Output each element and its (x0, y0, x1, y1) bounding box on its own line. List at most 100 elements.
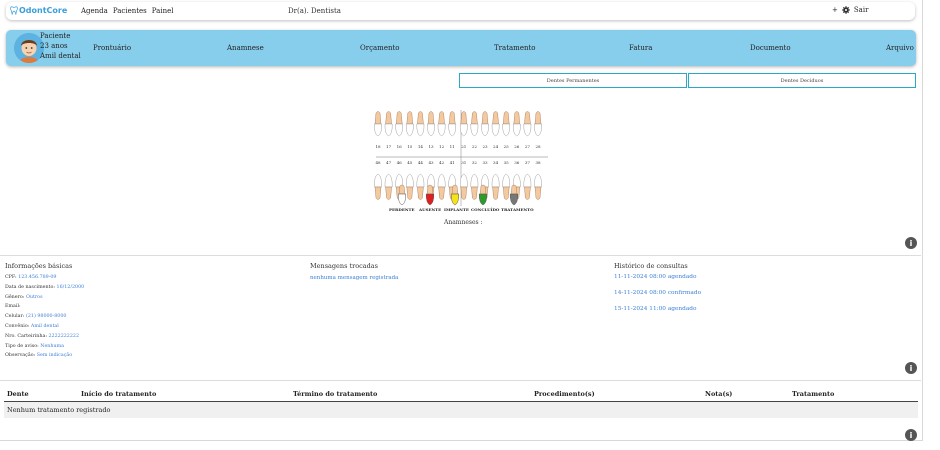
legend-tooth (425, 184, 435, 206)
field-observacao: Observação: Sem indicação (5, 353, 73, 359)
upper-tooth-22[interactable] (470, 111, 479, 137)
upper-tooth-number: 28 (535, 144, 541, 149)
upper-tooth-number: 13 (428, 144, 434, 149)
info-basica-list: CPF: 123.456.789-09 Data de nascimento: … (5, 273, 84, 361)
tab-orcamento[interactable]: Orçamento (360, 44, 400, 52)
legend-label-ausente: AUSENTE (419, 207, 442, 212)
lower-tooth-number: 37 (525, 160, 531, 165)
historico-item[interactable]: 11-11-2024 08:00 agendado (614, 274, 697, 280)
table-empty-row: Nenhum tratamento registrado (4, 402, 918, 418)
field-aviso: Tipo de aviso: Nenhuma (5, 343, 64, 349)
lower-tooth-number: 36 (514, 160, 520, 165)
upper-tooth-26[interactable] (512, 111, 521, 137)
col-header-termino: Término do tratamento (293, 390, 378, 398)
upper-tooth-12[interactable] (437, 111, 446, 137)
top-navbar: OdontCore Agenda Pacientes Painel Dr(a).… (6, 2, 915, 20)
lower-tooth-number: 46 (397, 160, 403, 165)
col-header-dente: Dente (7, 390, 29, 398)
nav-right: + Sair (832, 6, 868, 14)
upper-tooth-27[interactable] (523, 111, 532, 137)
upper-tooth-17[interactable] (384, 111, 393, 137)
tooth-icon (10, 6, 18, 15)
lower-tooth-number: 48 (375, 160, 381, 165)
patient-tabs: Prontuário Anamnese Orçamento Tratamento… (6, 30, 916, 66)
col-header-tratamento: Tratamento (792, 390, 835, 398)
legend-tooth (478, 184, 488, 206)
tab-tratamento[interactable]: Tratamento (494, 44, 536, 52)
field-carteirinha: Nro. Carteirinha: 2222222222 (5, 333, 80, 339)
upper-tooth-number: 23 (482, 144, 488, 149)
lower-tooth-number: 38 (535, 160, 541, 165)
lower-tooth-number: 33 (482, 160, 488, 165)
legend-label-perdente: PERDENTE (389, 207, 415, 212)
legend-label-concluido: CONCLUÍDO (471, 207, 500, 212)
lower-tooth-number: 32 (472, 160, 478, 165)
historico-item[interactable]: 15-11-2024 11:00 agendado (614, 306, 697, 312)
upper-tooth-16[interactable] (395, 111, 404, 137)
upper-tooth-24[interactable] (491, 111, 500, 137)
upper-tooth-13[interactable] (427, 111, 435, 137)
upper-tooth-number: 21 (461, 144, 466, 149)
field-birthdate: Data de nascimento: 16/12/2000 (5, 284, 85, 290)
tab-fatura[interactable]: Fatura (629, 44, 652, 52)
lower-tooth-number: 44 (418, 160, 424, 165)
lower-tooth-number: 42 (439, 160, 445, 165)
lower-tooth-number: 47 (386, 160, 392, 165)
upper-tooth-18[interactable] (374, 111, 382, 137)
gear-icon[interactable] (842, 6, 850, 14)
lower-tooth-48[interactable] (374, 173, 382, 200)
info-basica-title: Informações básicas (5, 262, 73, 270)
upper-tooth-number: 18 (375, 144, 381, 149)
section-divider (0, 380, 921, 381)
tab-arquivo[interactable]: Arquivo (886, 44, 914, 52)
lower-tooth-number: 41 (450, 160, 455, 165)
legend-tooth (509, 184, 519, 206)
brand-logo[interactable]: OdontCore (10, 6, 67, 15)
legend-label-implante: IMPLANTE (444, 207, 469, 212)
logout-link[interactable]: Sair (854, 6, 869, 14)
upper-tooth-23[interactable] (481, 111, 489, 137)
section-divider (0, 255, 921, 256)
tab-prontuario[interactable]: Prontuário (93, 44, 131, 52)
info-icon[interactable]: i (905, 429, 917, 441)
anamnese-label: Anamneses : (444, 219, 483, 226)
patient-bar: Paciente 23 anos Amil dental Prontuário … (6, 30, 916, 66)
upper-tooth-11[interactable] (448, 111, 457, 137)
upper-tooth-number: 17 (386, 144, 392, 149)
lower-tooth-number: 45 (407, 160, 413, 165)
upper-tooth-number: 26 (514, 144, 520, 149)
upper-tooth-15[interactable] (405, 111, 414, 137)
mensagens-empty: nenhuma mensagem registrada (310, 275, 399, 281)
nav-agenda[interactable]: Agenda (81, 7, 108, 15)
nav-pacientes[interactable]: Pacientes (113, 7, 147, 15)
field-convenio: Convênio: Amil dental (5, 323, 59, 329)
field-cpf: CPF: 123.456.789-09 (5, 275, 57, 280)
upper-tooth-number: 12 (439, 144, 445, 149)
lower-tooth-number: 43 (428, 160, 434, 165)
tab-anamnese[interactable]: Anamnese (227, 44, 264, 52)
nav-links: Agenda Pacientes Painel (81, 7, 173, 15)
historico-title: Histórico de consultas (614, 262, 688, 270)
upper-tooth-28[interactable] (534, 111, 542, 137)
upper-tooth-number: 27 (525, 144, 531, 149)
upper-tooth-number: 15 (407, 144, 413, 149)
tab-dentes-deciduos[interactable]: Dentes Decíduos (688, 73, 916, 88)
upper-tooth-14[interactable] (416, 111, 425, 137)
plus-icon[interactable]: + (832, 6, 838, 14)
upper-tooth-25[interactable] (502, 111, 511, 137)
upper-tooth-number: 16 (397, 144, 403, 149)
tab-documento[interactable]: Documento (750, 44, 791, 52)
historico-item[interactable]: 14-11-2024 08:00 confirmado (614, 290, 701, 296)
field-gender: Gênero: Outros (5, 294, 43, 300)
col-header-procedimento: Procedimento(s) (534, 390, 595, 398)
info-icon[interactable]: i (905, 237, 917, 249)
tab-dentes-permanentes[interactable]: Dentes Permanentes (459, 73, 687, 88)
lower-tooth-number: 31 (461, 160, 466, 165)
upper-tooth-number: 22 (472, 144, 478, 149)
info-icon[interactable]: i (905, 362, 917, 374)
legend-tooth (397, 184, 407, 206)
upper-tooth-number: 14 (418, 144, 424, 149)
lower-tooth-number: 34 (493, 160, 499, 165)
col-header-inicio: Início do tratamento (81, 390, 157, 398)
nav-painel[interactable]: Painel (152, 7, 174, 15)
